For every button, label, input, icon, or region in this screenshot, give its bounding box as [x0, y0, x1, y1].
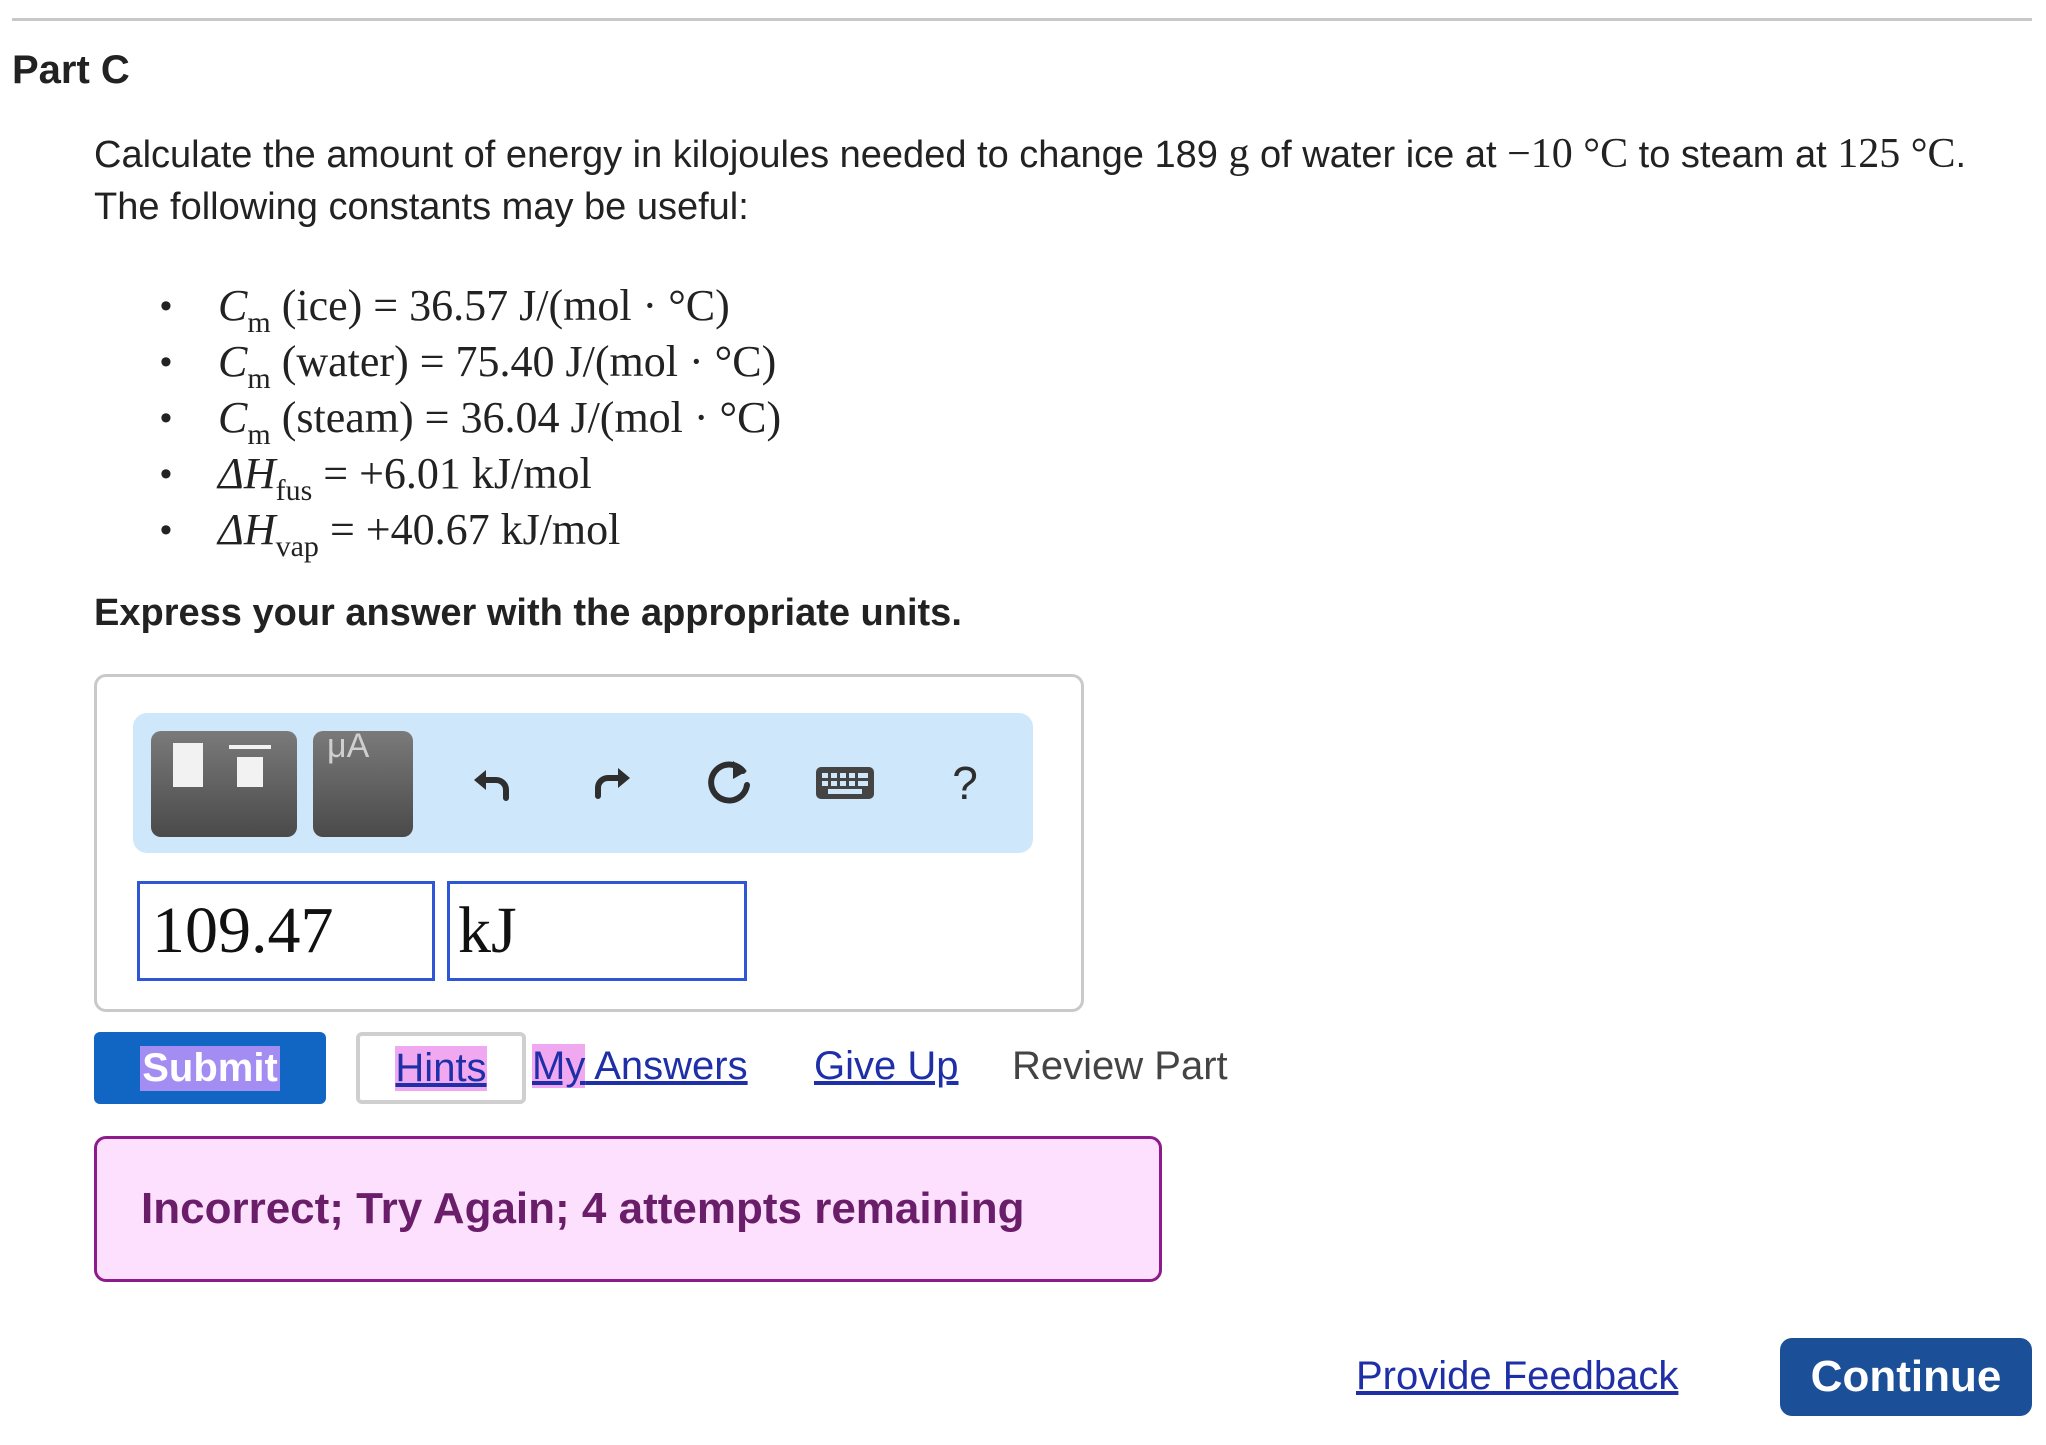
- continue-button[interactable]: Continue: [1780, 1338, 2032, 1416]
- constant-value: (water) = 75.40 J/(mol · °C): [270, 337, 777, 386]
- constant-symbol: ΔH: [218, 449, 276, 498]
- constant-value: (ice) = 36.57 J/(mol · °C): [270, 281, 730, 330]
- end-temperature: 125 °C: [1837, 131, 1956, 177]
- provide-feedback-link[interactable]: Provide Feedback: [1356, 1354, 1678, 1399]
- units-tile-label: μA: [327, 731, 370, 765]
- answer-unit-input[interactable]: kJ: [447, 881, 747, 981]
- my-answers-label-b: Answers: [585, 1044, 748, 1088]
- start-temperature: −10 °C: [1507, 131, 1629, 177]
- constant-value: = +40.67 kJ/mol: [318, 505, 621, 554]
- mass-unit: g: [1228, 131, 1250, 177]
- question-text-2: of water ice at: [1249, 134, 1508, 176]
- part-title: Part C: [12, 48, 130, 92]
- constant-subscript: vap: [275, 530, 319, 563]
- review-part-link[interactable]: Review Part: [1012, 1044, 1228, 1089]
- units-icon[interactable]: μA: [313, 731, 413, 837]
- constant-item: Cm (ice) = 36.57 J/(mol · °C): [150, 278, 781, 338]
- answer-instructions: Express your answer with the appropriate…: [94, 592, 962, 634]
- constant-item: ΔHfus = +6.01 kJ/mol: [150, 446, 781, 506]
- constant-symbol: ΔH: [218, 505, 276, 554]
- constant-value: = +6.01 kJ/mol: [312, 449, 592, 498]
- answer-value-input[interactable]: 109.47: [137, 881, 435, 981]
- question-text-3: to steam at: [1628, 134, 1838, 176]
- constant-item: Cm (water) = 75.40 J/(mol · °C): [150, 334, 781, 394]
- my-answers-label-a: My: [532, 1044, 586, 1088]
- question-text-1: Calculate the amount of energy in kilojo…: [94, 134, 1229, 176]
- submit-label: Submit: [140, 1045, 280, 1091]
- submit-button[interactable]: Submit: [94, 1032, 326, 1104]
- hints-label: Hints: [395, 1045, 487, 1091]
- give-up-link[interactable]: Give Up: [814, 1044, 959, 1089]
- answer-actions: Submit Hints My Answers Give Up Review P…: [94, 1032, 1294, 1106]
- constant-value: (steam) = 36.04 J/(mol · °C): [270, 393, 782, 442]
- constants-list: Cm (ice) = 36.57 J/(mol · °C) Cm (water)…: [150, 278, 782, 562]
- answer-box: μA ? 109.47 kJ: [94, 674, 1084, 1012]
- top-divider: [12, 18, 2032, 21]
- redo-icon[interactable]: [573, 743, 653, 823]
- constant-symbol: C: [218, 393, 248, 442]
- reset-icon[interactable]: [689, 743, 769, 823]
- incorrect-feedback-message: Incorrect; Try Again; 4 attempts remaini…: [94, 1136, 1162, 1282]
- math-toolbar: μA ?: [133, 713, 1033, 853]
- constant-symbol: C: [218, 281, 248, 330]
- constant-item: Cm (steam) = 36.04 J/(mol · °C): [150, 390, 782, 450]
- help-icon[interactable]: ?: [925, 743, 1005, 823]
- undo-icon[interactable]: [451, 743, 531, 823]
- my-answers-link[interactable]: My Answers: [532, 1044, 748, 1089]
- keyboard-icon[interactable]: [805, 743, 885, 823]
- templates-icon[interactable]: [151, 731, 297, 837]
- constant-item: ΔHvap = +40.67 kJ/mol: [150, 502, 781, 562]
- mastering-chemistry-part: Part C Calculate the amount of energy in…: [0, 0, 2046, 1445]
- hints-button[interactable]: Hints: [356, 1032, 526, 1104]
- constant-symbol: C: [218, 337, 248, 386]
- question-text: Calculate the amount of energy in kilojo…: [94, 128, 2024, 233]
